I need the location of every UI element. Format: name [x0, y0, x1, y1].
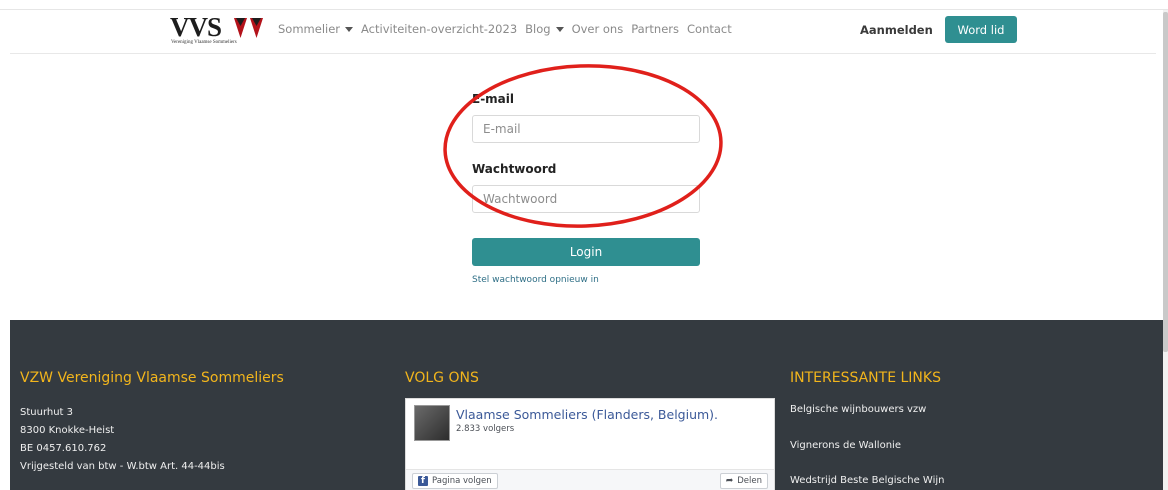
nav-item-activiteiten[interactable]: Activiteiten-overzicht-2023	[361, 22, 517, 36]
facebook-page-thumbnail[interactable]	[414, 405, 450, 441]
facebook-page-name[interactable]: Vlaamse Sommeliers (Flanders, Belgium).	[456, 407, 718, 422]
facebook-page-widget[interactable]: Vlaamse Sommeliers (Flanders, Belgium). …	[405, 398, 775, 490]
footer-follow-title: VOLG ONS	[405, 370, 479, 386]
nav-item-partners[interactable]: Partners	[631, 22, 679, 36]
facebook-follow-button[interactable]: f Pagina volgen	[412, 473, 498, 489]
footer: VZW Vereniging Vlaamse Sommeliers Stuurh…	[10, 320, 1163, 490]
nav-item-label: Partners	[631, 22, 679, 36]
logo-subtitle: Vereniging Vlaamse Sommeliers	[171, 40, 237, 45]
navbar: VVS Vereniging Vlaamse Sommeliers Sommel…	[10, 10, 1156, 54]
scrollbar-thumb[interactable]	[1163, 12, 1168, 352]
logo-text: VVS	[170, 12, 222, 42]
footer-links-title: INTERESSANTE LINKS	[790, 370, 941, 386]
address-line: Vrijgesteld van btw - W.btw Art. 44-44bi…	[20, 461, 225, 472]
address-line: Stuurhut 3	[20, 407, 74, 418]
red-ellipse-annotation	[443, 64, 723, 228]
nav-item-over-ons[interactable]: Over ons	[572, 22, 624, 36]
address-line: 8300 Knokke-Heist	[20, 425, 115, 436]
footer-link-belgische-wijnbouwers[interactable]: Belgische wijnbouwers vzw	[790, 404, 926, 415]
site-logo[interactable]: VVS Vereniging Vlaamse Sommeliers	[170, 12, 266, 45]
facebook-action-bar: f Pagina volgen ➦ Delen	[406, 469, 774, 490]
nav-item-label: Sommelier	[278, 22, 341, 36]
word-lid-button[interactable]: Word lid	[945, 16, 1017, 43]
share-arrow-icon: ➦	[725, 476, 734, 486]
nav-item-sommelier[interactable]: Sommelier	[278, 22, 354, 36]
facebook-followers-count: 2.833 volgers	[456, 424, 515, 434]
reset-password-link[interactable]: Stel wachtwoord opnieuw in	[472, 275, 700, 285]
facebook-icon: f	[418, 476, 428, 486]
footer-link-wedstrijd[interactable]: Wedstrijd Beste Belgische Wijn	[790, 475, 944, 486]
facebook-share-button[interactable]: ➦ Delen	[719, 473, 768, 489]
facebook-share-label: Delen	[737, 476, 762, 486]
footer-org-title: VZW Vereniging Vlaamse Sommeliers	[20, 370, 284, 386]
nav-item-label: Contact	[687, 22, 732, 36]
caret-down-icon	[555, 26, 564, 32]
top-edge	[0, 0, 1168, 10]
page: VVS Vereniging Vlaamse Sommeliers Sommel…	[0, 0, 1168, 490]
facebook-follow-label: Pagina volgen	[432, 476, 492, 486]
footer-address: Stuurhut 3 8300 Knokke-Heist BE 0457.610…	[20, 404, 225, 476]
nav-item-label: Over ons	[571, 22, 624, 36]
nav-item-blog[interactable]: Blog	[525, 22, 564, 36]
wine-glass-logo-icon	[234, 18, 263, 38]
nav-item-label: Blog	[525, 22, 551, 36]
nav-item-contact[interactable]: Contact	[687, 22, 732, 36]
nav-menu: Sommelier Activiteiten-overzicht-2023 Bl…	[278, 22, 732, 36]
aanmelden-link[interactable]: Aanmelden	[860, 23, 933, 37]
caret-down-icon	[345, 26, 354, 32]
nav-item-label: Activiteiten-overzicht-2023	[361, 22, 518, 36]
login-button[interactable]: Login	[472, 238, 700, 266]
footer-link-vignerons-wallonie[interactable]: Vignerons de Wallonie	[790, 440, 901, 451]
address-line: BE 0457.610.762	[20, 443, 107, 454]
